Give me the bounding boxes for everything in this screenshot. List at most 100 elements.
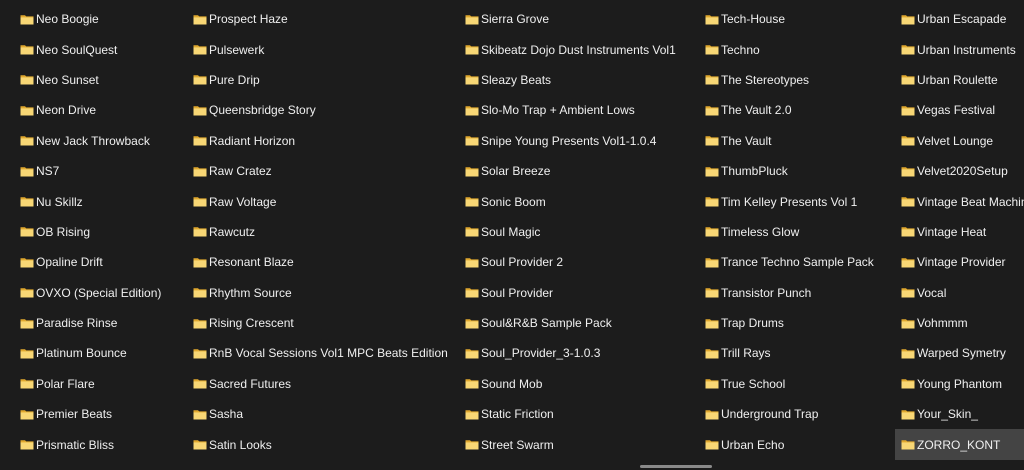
- folder-item[interactable]: Slo-Mo Trap + Ambient Lows: [459, 95, 697, 125]
- folder-item[interactable]: Polar Flare: [14, 369, 186, 399]
- folder-name: Vintage Heat: [917, 224, 987, 239]
- folder-item[interactable]: Street Swarm: [459, 429, 697, 459]
- folder-icon: [20, 257, 34, 268]
- folder-name: Paradise Rinse: [36, 316, 118, 331]
- folder-item[interactable]: Vohmmm: [895, 308, 1024, 338]
- folder-item[interactable]: New Jack Throwback: [14, 126, 186, 156]
- folder-item[interactable]: Opaline Drift: [14, 247, 186, 277]
- folder-item[interactable]: Resonant Blaze: [187, 247, 457, 277]
- folder-icon: [901, 44, 915, 55]
- folder-item[interactable]: Paradise Rinse: [14, 308, 186, 338]
- folder-icon: [901, 409, 915, 420]
- folder-name: Polar Flare: [36, 376, 95, 391]
- folder-item[interactable]: Sacred Futures: [187, 369, 457, 399]
- folder-item[interactable]: True School: [699, 369, 895, 399]
- folder-item[interactable]: OB Rising: [14, 217, 186, 247]
- folder-name: Neo Sunset: [36, 72, 99, 87]
- folder-item[interactable]: Pure Drip: [187, 65, 457, 95]
- folder-item[interactable]: Urban Roulette: [895, 65, 1024, 95]
- folder-name: Warped Symetry: [917, 346, 1006, 361]
- folder-item[interactable]: Raw Voltage: [187, 186, 457, 216]
- folder-item[interactable]: OVXO (Special Edition): [14, 278, 186, 308]
- folder-item[interactable]: Neo Boogie: [14, 4, 186, 34]
- folder-item[interactable]: Warped Symetry: [895, 338, 1024, 368]
- folder-item[interactable]: Raw Cratez: [187, 156, 457, 186]
- folder-item[interactable]: Trance Techno Sample Pack: [699, 247, 895, 277]
- folder-icon: [20, 439, 34, 450]
- folder-icon: [193, 378, 207, 389]
- folder-item[interactable]: The Vault 2.0: [699, 95, 895, 125]
- folder-item[interactable]: Soul Provider 2: [459, 247, 697, 277]
- folder-item[interactable]: NS7: [14, 156, 186, 186]
- folder-item[interactable]: The Vault: [699, 126, 895, 156]
- folder-item[interactable]: Rising Crescent: [187, 308, 457, 338]
- folder-item[interactable]: Premier Beats: [14, 399, 186, 429]
- folder-item[interactable]: Young Phantom: [895, 369, 1024, 399]
- folder-item[interactable]: Velvet2020Setup: [895, 156, 1024, 186]
- folder-icon: [901, 257, 915, 268]
- folder-item[interactable]: Snipe Young Presents Vol1-1.0.4: [459, 126, 697, 156]
- folder-item[interactable]: Soul Magic: [459, 217, 697, 247]
- folder-icon: [193, 287, 207, 298]
- folder-item[interactable]: Sierra Grove: [459, 4, 697, 34]
- folder-item[interactable]: Trill Rays: [699, 338, 895, 368]
- folder-item[interactable]: Rhythm Source: [187, 278, 457, 308]
- folder-name: Snipe Young Presents Vol1-1.0.4: [481, 133, 657, 148]
- folder-item[interactable]: Sleazy Beats: [459, 65, 697, 95]
- folder-name: Vocal: [917, 285, 947, 300]
- folder-icon: [465, 196, 479, 207]
- folder-item[interactable]: Prismatic Bliss: [14, 429, 186, 459]
- folder-item[interactable]: Tech-House: [699, 4, 895, 34]
- folder-item[interactable]: Soul Provider: [459, 278, 697, 308]
- folder-icon: [901, 439, 915, 450]
- folder-item[interactable]: Trap Drums: [699, 308, 895, 338]
- folder-item[interactable]: Vintage Heat: [895, 217, 1024, 247]
- folder-name: Vintage Beat Machine: [917, 194, 1024, 209]
- folder-item[interactable]: Urban Escapade: [895, 4, 1024, 34]
- folder-item[interactable]: ZORRO_KONT: [895, 429, 1024, 460]
- folder-name: Soul&R&B Sample Pack: [481, 316, 612, 331]
- folder-item[interactable]: Vintage Provider: [895, 247, 1024, 277]
- folder-icon: [465, 348, 479, 359]
- folder-item[interactable]: Radiant Horizon: [187, 126, 457, 156]
- folder-item[interactable]: Underground Trap: [699, 399, 895, 429]
- folder-item[interactable]: Rawcutz: [187, 217, 457, 247]
- folder-item[interactable]: Neon Drive: [14, 95, 186, 125]
- folder-item[interactable]: Static Friction: [459, 399, 697, 429]
- folder-item[interactable]: Transistor Punch: [699, 278, 895, 308]
- folder-item[interactable]: Urban Instruments: [895, 34, 1024, 64]
- folder-item[interactable]: Sonic Boom: [459, 186, 697, 216]
- folder-icon: [20, 14, 34, 25]
- folder-item[interactable]: Pulsewerk: [187, 34, 457, 64]
- folder-item[interactable]: Vocal: [895, 278, 1024, 308]
- folder-item[interactable]: Queensbridge Story: [187, 95, 457, 125]
- folder-item[interactable]: Neo Sunset: [14, 65, 186, 95]
- folder-item[interactable]: Timeless Glow: [699, 217, 895, 247]
- folder-item[interactable]: Sound Mob: [459, 369, 697, 399]
- folder-item[interactable]: Tim Kelley Presents Vol 1: [699, 186, 895, 216]
- folder-item[interactable]: Soul_Provider_3-1.0.3: [459, 338, 697, 368]
- folder-item[interactable]: Platinum Bounce: [14, 338, 186, 368]
- folder-item[interactable]: Sasha: [187, 399, 457, 429]
- folder-item[interactable]: Solar Breeze: [459, 156, 697, 186]
- folder-item[interactable]: Nu Skillz: [14, 186, 186, 216]
- folder-item[interactable]: Skibeatz Dojo Dust Instruments Vol1: [459, 34, 697, 64]
- folder-item[interactable]: Satin Looks: [187, 429, 457, 459]
- folder-name: Young Phantom: [917, 376, 1002, 391]
- folder-name: Opaline Drift: [36, 255, 103, 270]
- folder-item[interactable]: Prospect Haze: [187, 4, 457, 34]
- folder-item[interactable]: Velvet Lounge: [895, 126, 1024, 156]
- folder-name: Soul Provider: [481, 285, 554, 300]
- folder-column: Tech-House Techno The Stereotypes The Vault…: [699, 4, 895, 460]
- folder-item[interactable]: Techno: [699, 34, 895, 64]
- horizontal-scrollbar-thumb[interactable]: [640, 465, 712, 468]
- folder-item[interactable]: Neo SoulQuest: [14, 34, 186, 64]
- folder-item[interactable]: Your_Skin_: [895, 399, 1024, 429]
- folder-item[interactable]: The Stereotypes: [699, 65, 895, 95]
- folder-item[interactable]: RnB Vocal Sessions Vol1 MPC Beats Editio…: [187, 338, 457, 368]
- folder-item[interactable]: Vintage Beat Machine: [895, 186, 1024, 216]
- folder-item[interactable]: Vegas Festival: [895, 95, 1024, 125]
- folder-item[interactable]: Soul&R&B Sample Pack: [459, 308, 697, 338]
- folder-item[interactable]: ThumbPluck: [699, 156, 895, 186]
- folder-item[interactable]: Urban Echo: [699, 429, 895, 459]
